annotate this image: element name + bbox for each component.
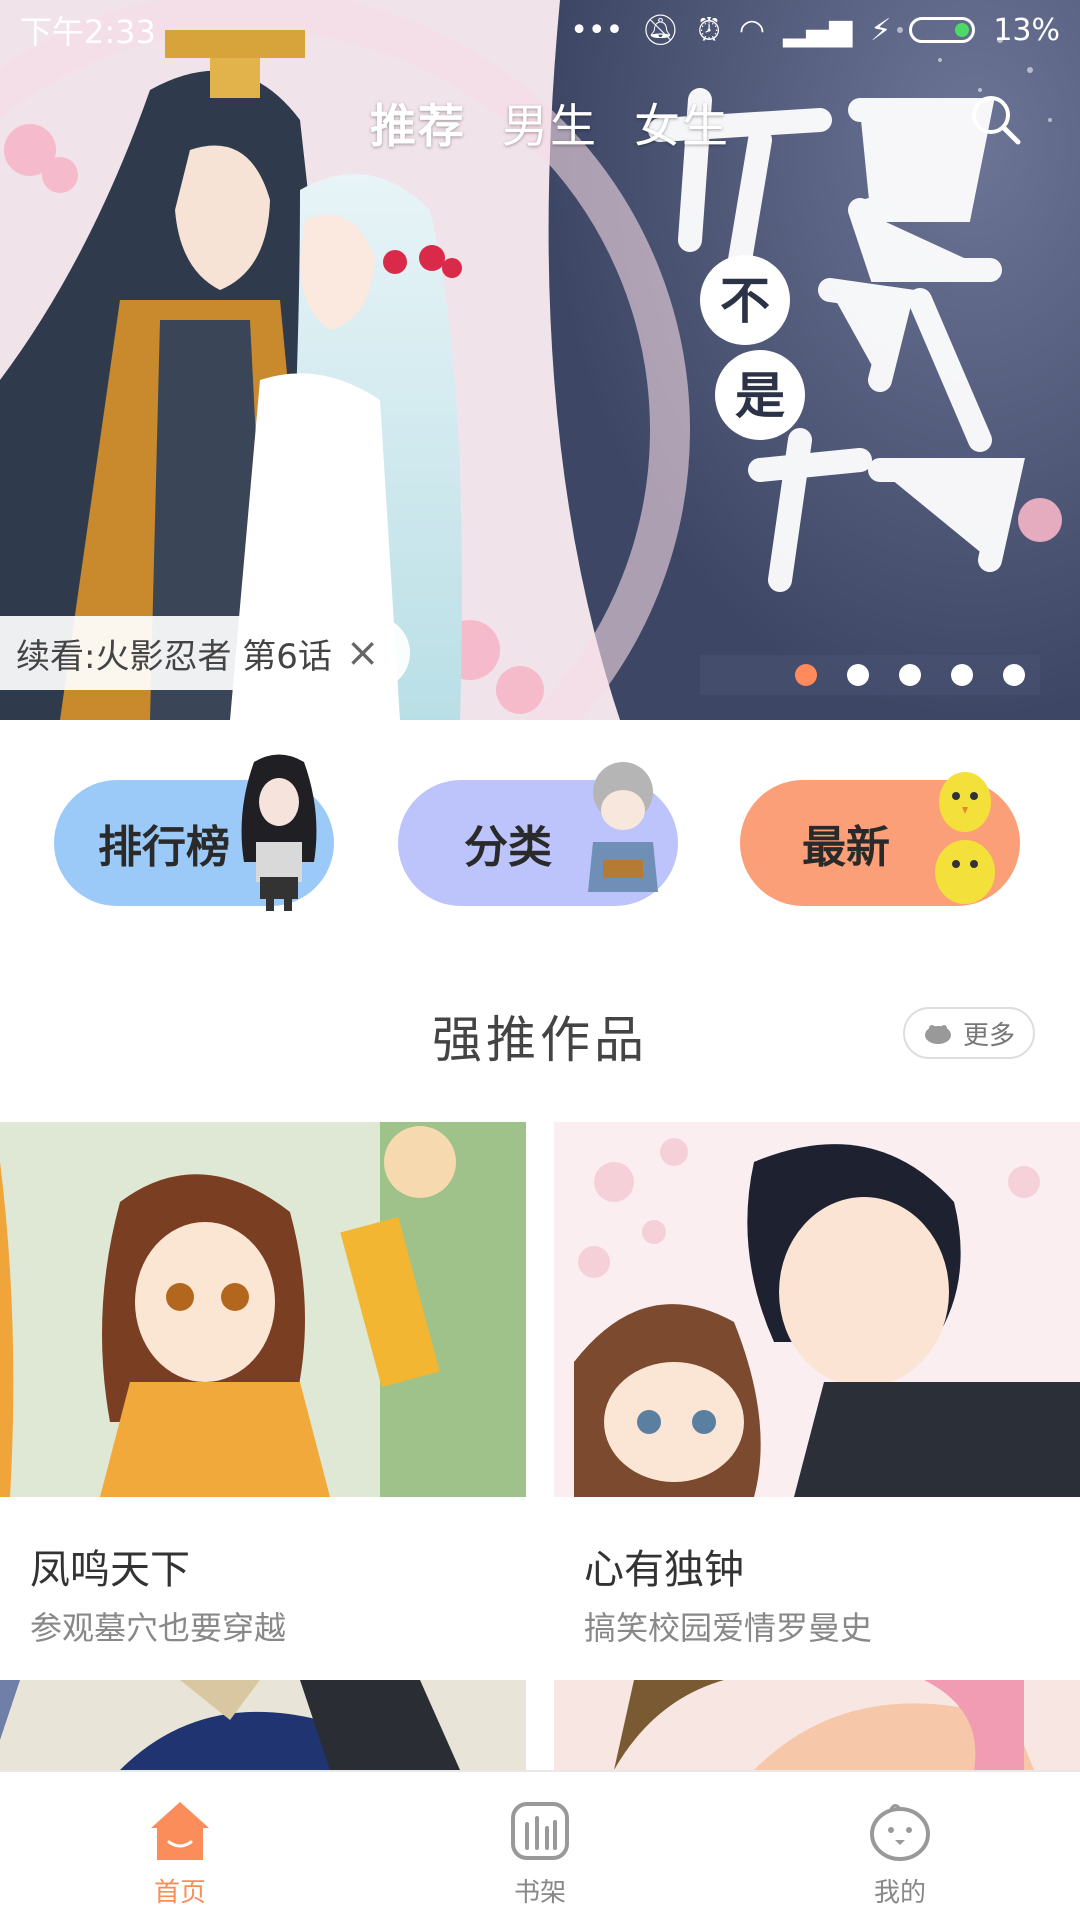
- comic-cover-image: [554, 1122, 1080, 1497]
- status-time: 下午2:33: [20, 13, 156, 51]
- home-icon: [151, 1802, 209, 1860]
- bookshelf-icon: [511, 1802, 569, 1860]
- comic-title: 凤鸣天下: [30, 1547, 190, 1593]
- nav-bookshelf[interactable]: 书架: [360, 1772, 720, 1920]
- comic-cover-image: [0, 1122, 526, 1497]
- chick-mascot-icon: [935, 772, 995, 904]
- continue-reading-text[interactable]: 续看:火影忍者 第6话: [16, 629, 332, 678]
- boy-mascot-icon: [588, 762, 658, 892]
- svg-text:是: 是: [735, 367, 785, 425]
- girl-mascot-icon: [241, 754, 317, 911]
- alarm-icon: ⏰︎: [697, 12, 721, 48]
- status-bar: 下午2:33 ••• 🔕︎ ⏰︎ ◠ ▂▄▆ ⚡︎ 13%: [0, 0, 1080, 60]
- comic-desc: 搞笑校园爱情罗曼史: [584, 1609, 873, 1647]
- nav-home[interactable]: 首页: [0, 1772, 360, 1920]
- carousel-dot[interactable]: [847, 664, 869, 686]
- profile-icon: [870, 1804, 930, 1861]
- more-label: 更多: [962, 1020, 1015, 1051]
- tab-male[interactable]: 男生: [502, 90, 598, 156]
- latest-button[interactable]: 最新: [740, 772, 1020, 906]
- comic-cover-image[interactable]: [554, 1680, 1080, 1770]
- comic-title: 心有独钟: [584, 1547, 744, 1593]
- face-icon: [924, 1025, 951, 1044]
- nav-profile[interactable]: 我的: [720, 1772, 1080, 1920]
- carousel-dot[interactable]: [795, 664, 817, 686]
- ranking-label: 排行榜: [98, 822, 230, 873]
- comic-cover-image[interactable]: [0, 1680, 526, 1770]
- tab-female[interactable]: 女生: [634, 90, 730, 156]
- nav-profile-label: 我的: [873, 1878, 926, 1908]
- notification-dots-icon: •••: [570, 12, 624, 48]
- featured-banner[interactable]: 不 是 下午2:33 ••• 🔕︎ ⏰︎ ◠ ▂▄▆ ⚡︎ 13% 推荐 男生 …: [0, 0, 1080, 720]
- comic-card[interactable]: 凤鸣天下 参观墓穴也要穿越: [0, 1122, 526, 1649]
- status-indicators: ••• 🔕︎ ⏰︎ ◠ ▂▄▆ ⚡︎ 13%: [570, 13, 1060, 48]
- category-label: 分类: [464, 822, 552, 873]
- close-icon[interactable]: ×: [346, 633, 380, 673]
- carousel-dot[interactable]: [1003, 664, 1025, 686]
- ranking-button[interactable]: 排行榜: [54, 754, 334, 911]
- comic-card[interactable]: 心有独钟 搞笑校园爱情罗曼史: [554, 1122, 1080, 1649]
- wifi-icon: ◠: [738, 12, 766, 48]
- nav-bookshelf-label: 书架: [513, 1878, 566, 1908]
- continue-reading-bar[interactable]: 续看:火影忍者 第6话 ×: [0, 616, 410, 690]
- signal-icon: ▂▄▆: [783, 12, 853, 48]
- comic-desc: 参观墓穴也要穿越: [30, 1609, 287, 1647]
- charging-icon: ⚡︎: [870, 12, 892, 48]
- search-icon[interactable]: [968, 92, 1022, 146]
- carousel-dot[interactable]: [951, 664, 973, 686]
- battery-icon: [909, 17, 976, 43]
- bottom-navigation: 首页 书架 我的: [0, 1770, 1080, 1920]
- nav-home-label: 首页: [153, 1878, 206, 1908]
- svg-text:不: 不: [720, 272, 770, 330]
- top-tabs: 推荐 男生 女生: [370, 90, 730, 156]
- tab-recommend[interactable]: 推荐: [370, 90, 466, 156]
- carousel-dot[interactable]: [899, 664, 921, 686]
- carousel-indicators: [795, 664, 1025, 686]
- mute-icon: 🔕︎: [641, 12, 680, 48]
- more-button[interactable]: 更多: [903, 1007, 1035, 1059]
- latest-label: 最新: [802, 822, 890, 873]
- battery-percent: 13%: [993, 12, 1060, 48]
- category-buttons: 排行榜 分类 最新: [0, 754, 1080, 911]
- app-root: 不 是 下午2:33 ••• 🔕︎ ⏰︎ ◠ ▂▄▆ ⚡︎ 13% 推荐 男生 …: [0, 0, 1080, 1920]
- category-button[interactable]: 分类: [398, 762, 678, 906]
